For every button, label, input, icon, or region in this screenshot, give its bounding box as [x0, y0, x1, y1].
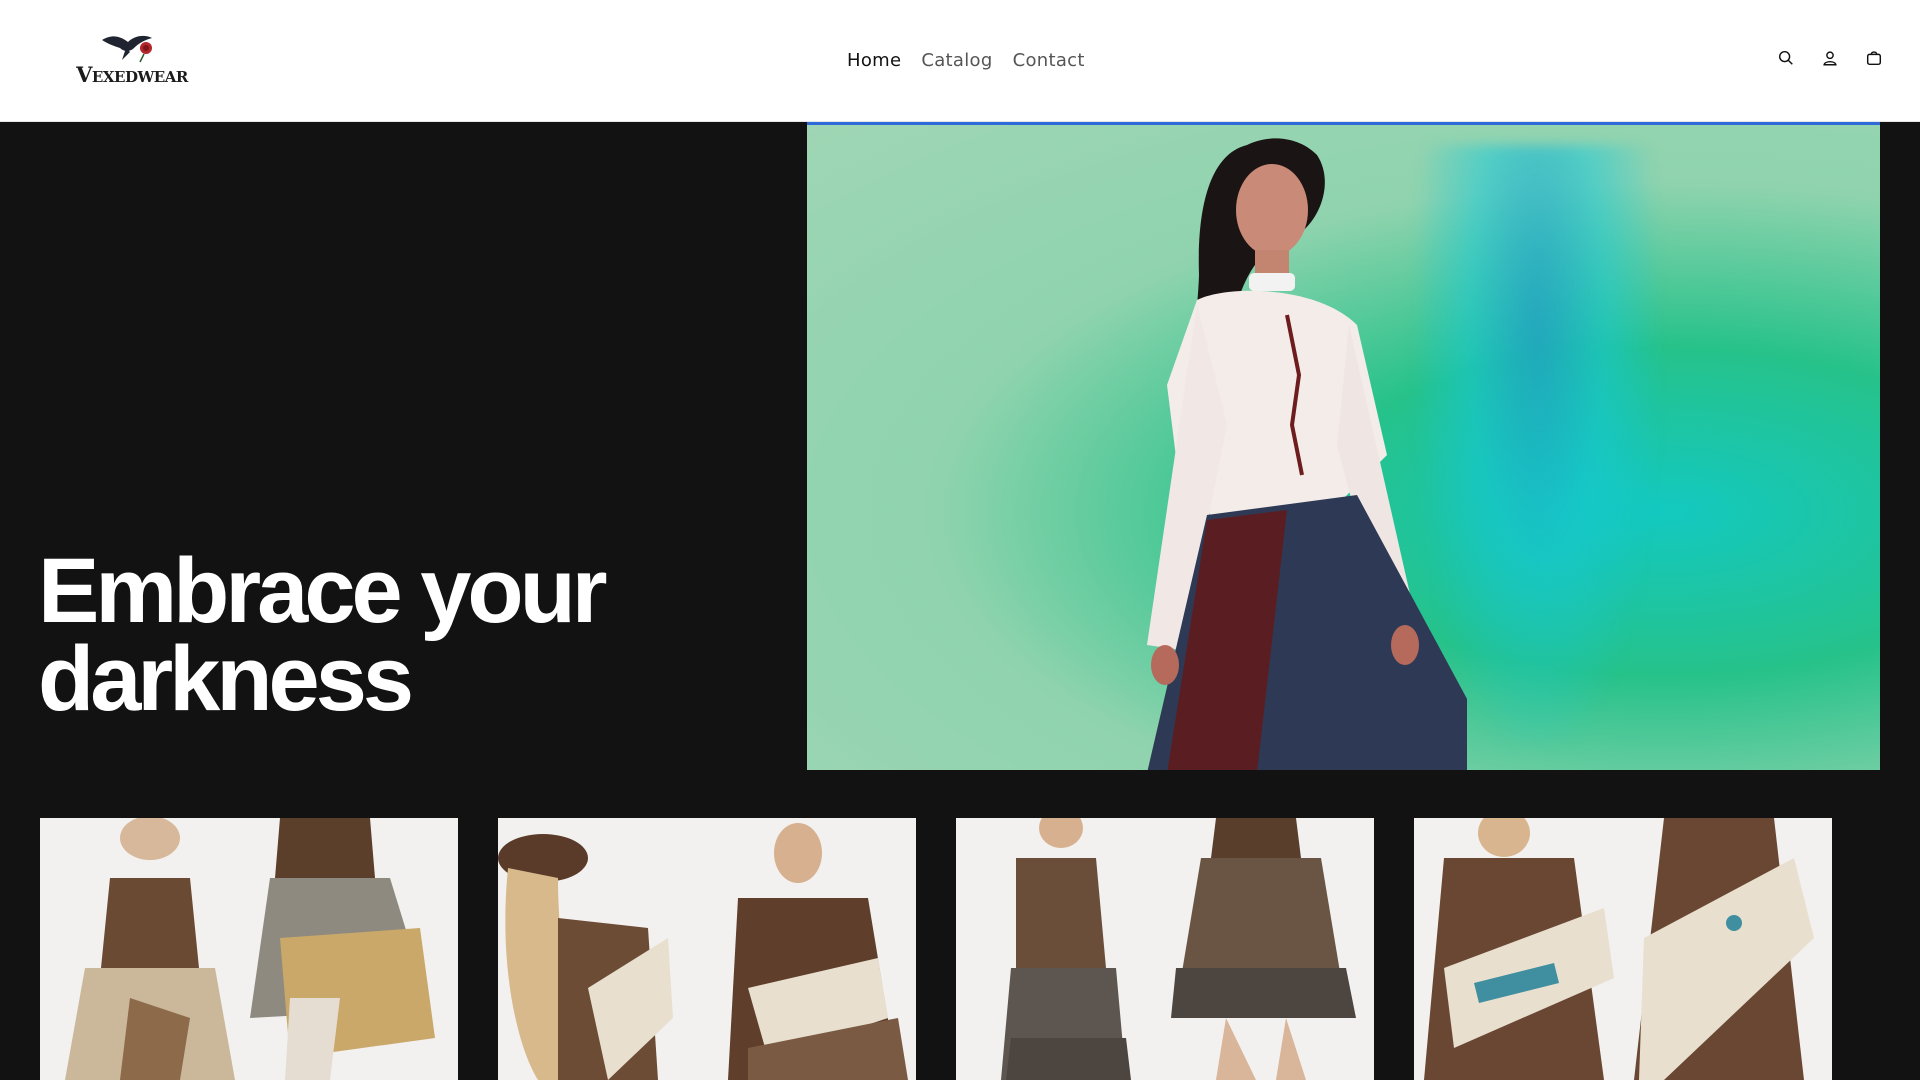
header-icons: [1774, 46, 1886, 70]
nav-contact[interactable]: Contact: [1003, 48, 1095, 76]
raven-rose-logo-icon: [102, 35, 152, 63]
product-image: [1001, 818, 1356, 1080]
site-header: Vexedwear Home Catalog Contact: [0, 0, 1920, 122]
cart-icon[interactable]: [1862, 46, 1886, 70]
model-figure-image: [1147, 138, 1467, 770]
product-image: [498, 823, 908, 1080]
search-icon[interactable]: [1774, 46, 1798, 70]
hero-image: [807, 122, 1880, 770]
brand-wordmark: Vexedwear: [76, 62, 188, 87]
account-icon[interactable]: [1818, 46, 1842, 70]
product-image: [1424, 818, 1814, 1080]
hero-section: Embrace your darkness: [0, 122, 1920, 770]
main-nav: Home Catalog Contact: [837, 48, 1095, 76]
hero-heading-line1: Embrace your: [38, 540, 608, 642]
product-strip: [40, 818, 1880, 1080]
hero-heading: Embrace your darkness: [38, 545, 758, 725]
hero-heading-line2: darkness: [38, 628, 414, 730]
product-card[interactable]: [498, 818, 916, 1080]
product-image: [65, 818, 435, 1080]
nav-home[interactable]: Home: [837, 48, 911, 76]
product-card[interactable]: [40, 818, 458, 1080]
product-card[interactable]: [1414, 818, 1832, 1080]
nav-catalog[interactable]: Catalog: [911, 48, 1002, 76]
brand-logo[interactable]: Vexedwear: [74, 30, 190, 96]
product-card[interactable]: [956, 818, 1374, 1080]
